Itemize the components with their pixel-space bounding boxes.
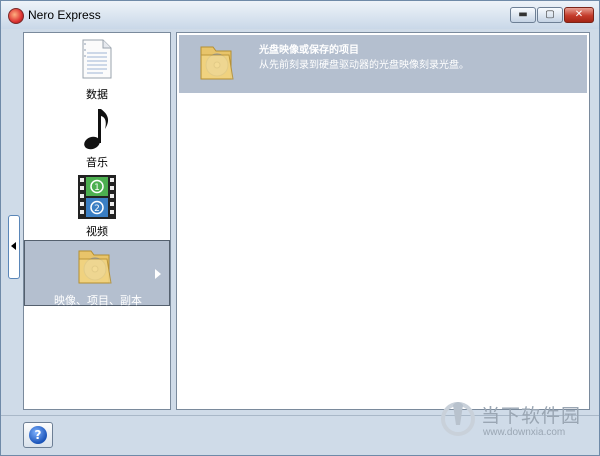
task-item-burn-image[interactable]: 光盘映像或保存的项目 从先前刻录到硬盘驱动器的光盘映像刻录光盘。 <box>179 35 587 93</box>
help-button[interactable]: ? <box>23 422 53 448</box>
category-panel: 数据 音乐 1 2 视频 映像、项目、副本 <box>23 32 171 410</box>
title-bar[interactable]: Nero Express ▬ ▢ ✕ <box>1 1 599 29</box>
folder-disc-icon <box>78 250 112 284</box>
window-title: Nero Express <box>28 8 101 22</box>
category-data[interactable]: 数据 <box>24 37 170 101</box>
folder-disc-icon <box>200 46 234 80</box>
category-video[interactable]: 1 2 视频 <box>24 174 170 238</box>
music-note-icon <box>84 109 109 150</box>
task-title: 光盘映像或保存的项目 <box>259 45 359 56</box>
document-icon <box>82 39 112 79</box>
help-icon: ? <box>29 426 47 444</box>
task-panel: 光盘映像或保存的项目 从先前刻录到硬盘驱动器的光盘映像刻录光盘。 <box>176 32 590 410</box>
task-description: 从先前刻录到硬盘驱动器的光盘映像刻录光盘。 <box>259 60 469 71</box>
nero-app-icon <box>8 8 24 24</box>
category-label-video: 视频 <box>86 225 108 238</box>
watermark-name: 当下软件园 <box>481 405 582 427</box>
category-image-project-copy[interactable]: 映像、项目、副本 <box>24 240 170 307</box>
watermark-logo-icon <box>441 402 475 436</box>
nero-express-window: Nero Express ▬ ▢ ✕ 数据 音乐 1 2 视频 映像、项目、副本… <box>0 0 600 456</box>
close-button[interactable]: ✕ <box>564 7 594 23</box>
minimize-button[interactable]: ▬ <box>510 7 536 23</box>
watermark-url: www.downxia.com <box>483 427 566 438</box>
category-label-data: 数据 <box>86 88 108 101</box>
category-label-music: 音乐 <box>86 156 108 169</box>
expand-arrow-icon <box>155 269 161 279</box>
film-icon: 1 2 <box>78 175 116 219</box>
watermark: 当下软件园 www.downxia.com <box>441 399 591 445</box>
maximize-button[interactable]: ▢ <box>537 7 563 23</box>
category-label-image-project-copy: 映像、项目、副本 <box>54 294 142 307</box>
arrow-left-icon <box>11 242 16 250</box>
svg-text:2: 2 <box>94 204 100 214</box>
category-music[interactable]: 音乐 <box>24 105 170 169</box>
svg-text:1: 1 <box>94 183 100 193</box>
collapse-panel-button[interactable] <box>8 215 20 279</box>
